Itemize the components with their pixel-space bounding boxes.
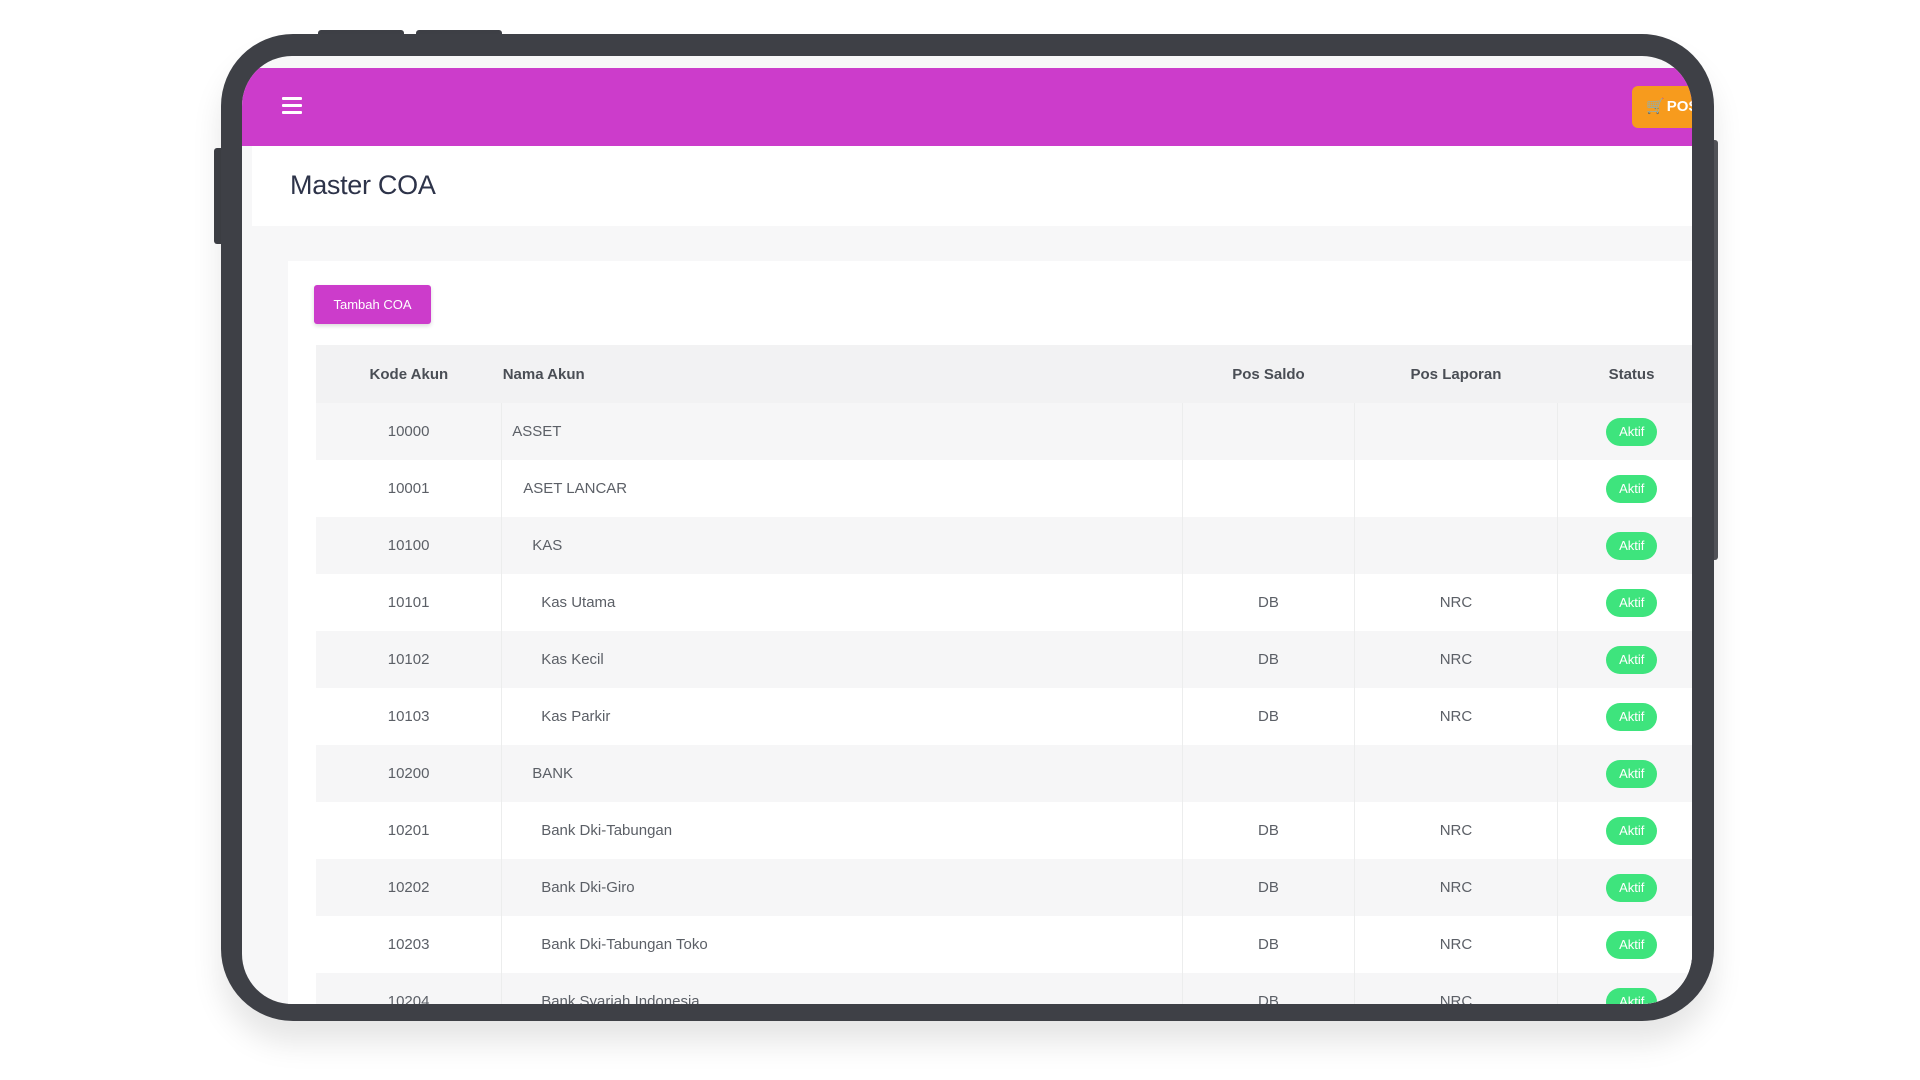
table-row[interactable]: 10203 Bank Dki-Tabungan Toko DB NRC Aktif xyxy=(316,916,1692,973)
cell-nama-akun: Kas Kecil xyxy=(501,631,1183,688)
cell-pos-saldo xyxy=(1182,403,1356,460)
cell-nama-akun: ASSET xyxy=(501,403,1183,460)
table-header-row: Kode Akun Nama Akun Pos Saldo Pos Lapora… xyxy=(316,345,1692,403)
cell-kode-akun: 10102 xyxy=(316,631,503,688)
pos-button[interactable]: 🛒POS xyxy=(1632,86,1692,128)
status-badge: Aktif xyxy=(1606,759,1658,788)
table-row[interactable]: 10000 ASSET Aktif xyxy=(316,403,1692,460)
cell-pos-laporan xyxy=(1354,517,1558,574)
cell-status: Aktif xyxy=(1557,574,1692,631)
content-card: Tambah COA Kode Akun Nama Akun Pos Saldo… xyxy=(288,261,1692,1004)
tablet-screen: 🛒POS Master COA Tambah COA Kode Akun Nam… xyxy=(242,56,1692,1004)
page-header: Master COA xyxy=(252,146,1692,226)
cell-status: Aktif xyxy=(1557,460,1692,517)
status-badge: Aktif xyxy=(1606,816,1658,845)
column-header-pos-laporan[interactable]: Pos Laporan xyxy=(1354,345,1558,403)
cell-kode-akun: 10204 xyxy=(316,973,503,1004)
cell-status: Aktif xyxy=(1557,745,1692,802)
cell-nama-akun: Bank Dki-Tabungan Toko xyxy=(501,916,1183,973)
cell-pos-saldo: DB xyxy=(1182,631,1356,688)
table-row[interactable]: 10200 BANK Aktif xyxy=(316,745,1692,802)
page-title: Master COA xyxy=(290,170,436,200)
cell-pos-saldo: DB xyxy=(1182,973,1356,1004)
table-row[interactable]: 10202 Bank Dki-Giro DB NRC Aktif xyxy=(316,859,1692,916)
cell-pos-laporan: NRC xyxy=(1354,859,1558,916)
cell-status: Aktif xyxy=(1557,517,1692,574)
cell-status: Aktif xyxy=(1557,403,1692,460)
cell-pos-saldo: DB xyxy=(1182,688,1356,745)
status-badge: Aktif xyxy=(1606,474,1658,503)
cell-pos-saldo xyxy=(1182,460,1356,517)
cell-nama-akun: Kas Parkir xyxy=(501,688,1183,745)
cell-nama-akun: Bank Dki-Giro xyxy=(501,859,1183,916)
column-header-status[interactable]: Status xyxy=(1557,345,1692,403)
pos-label: POS xyxy=(1666,98,1692,115)
add-coa-button[interactable]: Tambah COA xyxy=(314,285,431,324)
top-navbar: 🛒POS xyxy=(242,68,1692,146)
cell-status: Aktif xyxy=(1557,916,1692,973)
table-row[interactable]: 10102 Kas Kecil DB NRC Aktif xyxy=(316,631,1692,688)
cell-pos-laporan: NRC xyxy=(1354,802,1558,859)
cell-pos-laporan xyxy=(1354,745,1558,802)
status-badge: Aktif xyxy=(1606,588,1658,617)
cell-status: Aktif xyxy=(1557,973,1692,1004)
table-row[interactable]: 10103 Kas Parkir DB NRC Aktif xyxy=(316,688,1692,745)
cell-kode-akun: 10101 xyxy=(316,574,503,631)
cell-status: Aktif xyxy=(1557,802,1692,859)
cell-nama-akun: ASET LANCAR xyxy=(501,460,1183,517)
cell-pos-saldo: DB xyxy=(1182,916,1356,973)
cart-icon: 🛒 xyxy=(1646,98,1665,115)
status-badge: Aktif xyxy=(1606,873,1658,902)
cell-pos-laporan: NRC xyxy=(1354,574,1558,631)
status-badge: Aktif xyxy=(1606,645,1658,674)
table-row[interactable]: 10201 Bank Dki-Tabungan DB NRC Aktif xyxy=(316,802,1692,859)
cell-kode-akun: 10000 xyxy=(316,403,503,460)
cell-kode-akun: 10103 xyxy=(316,688,503,745)
cell-kode-akun: 10001 xyxy=(316,460,503,517)
cell-pos-saldo: DB xyxy=(1182,859,1356,916)
cell-pos-laporan: NRC xyxy=(1354,916,1558,973)
cell-kode-akun: 10203 xyxy=(316,916,503,973)
status-badge: Aktif xyxy=(1606,987,1658,1004)
cell-pos-laporan xyxy=(1354,460,1558,517)
cell-nama-akun: Kas Utama xyxy=(501,574,1183,631)
column-header-kode-akun[interactable]: Kode Akun xyxy=(316,345,502,403)
status-badge: Aktif xyxy=(1606,531,1658,560)
cell-kode-akun: 10201 xyxy=(316,802,503,859)
cell-nama-akun: KAS xyxy=(501,517,1183,574)
hamburger-icon[interactable] xyxy=(282,97,302,115)
cell-pos-laporan: NRC xyxy=(1354,631,1558,688)
cell-pos-laporan xyxy=(1354,403,1558,460)
cell-kode-akun: 10202 xyxy=(316,859,503,916)
cell-nama-akun: Bank Dki-Tabungan xyxy=(501,802,1183,859)
status-badge: Aktif xyxy=(1606,930,1658,959)
cell-status: Aktif xyxy=(1557,631,1692,688)
cell-pos-saldo: DB xyxy=(1182,574,1356,631)
cell-kode-akun: 10200 xyxy=(316,745,503,802)
status-badge: Aktif xyxy=(1606,702,1658,731)
cell-pos-laporan: NRC xyxy=(1354,973,1558,1004)
column-header-nama-akun[interactable]: Nama Akun xyxy=(501,345,1183,403)
cell-kode-akun: 10100 xyxy=(316,517,503,574)
cell-pos-saldo xyxy=(1182,517,1356,574)
table-row[interactable]: 10001 ASET LANCAR Aktif xyxy=(316,460,1692,517)
table-row[interactable]: 10101 Kas Utama DB NRC Aktif xyxy=(316,574,1692,631)
coa-table: Kode Akun Nama Akun Pos Saldo Pos Lapora… xyxy=(316,345,1692,1004)
cell-pos-laporan: NRC xyxy=(1354,688,1558,745)
table-body: 10000 ASSET Aktif 10001 ASET LANCAR Aktif 1010… xyxy=(316,403,1692,1004)
cell-nama-akun: BANK xyxy=(501,745,1183,802)
table-row[interactable]: 10100 KAS Aktif xyxy=(316,517,1692,574)
cell-pos-saldo: DB xyxy=(1182,802,1356,859)
column-header-pos-saldo[interactable]: Pos Saldo xyxy=(1182,345,1355,403)
cell-status: Aktif xyxy=(1557,688,1692,745)
cell-pos-saldo xyxy=(1182,745,1356,802)
table-row[interactable]: 10204 Bank Syariah Indonesia DB NRC Aktif xyxy=(316,973,1692,1004)
cell-nama-akun: Bank Syariah Indonesia xyxy=(501,973,1183,1004)
status-badge: Aktif xyxy=(1606,417,1658,446)
cell-status: Aktif xyxy=(1557,859,1692,916)
